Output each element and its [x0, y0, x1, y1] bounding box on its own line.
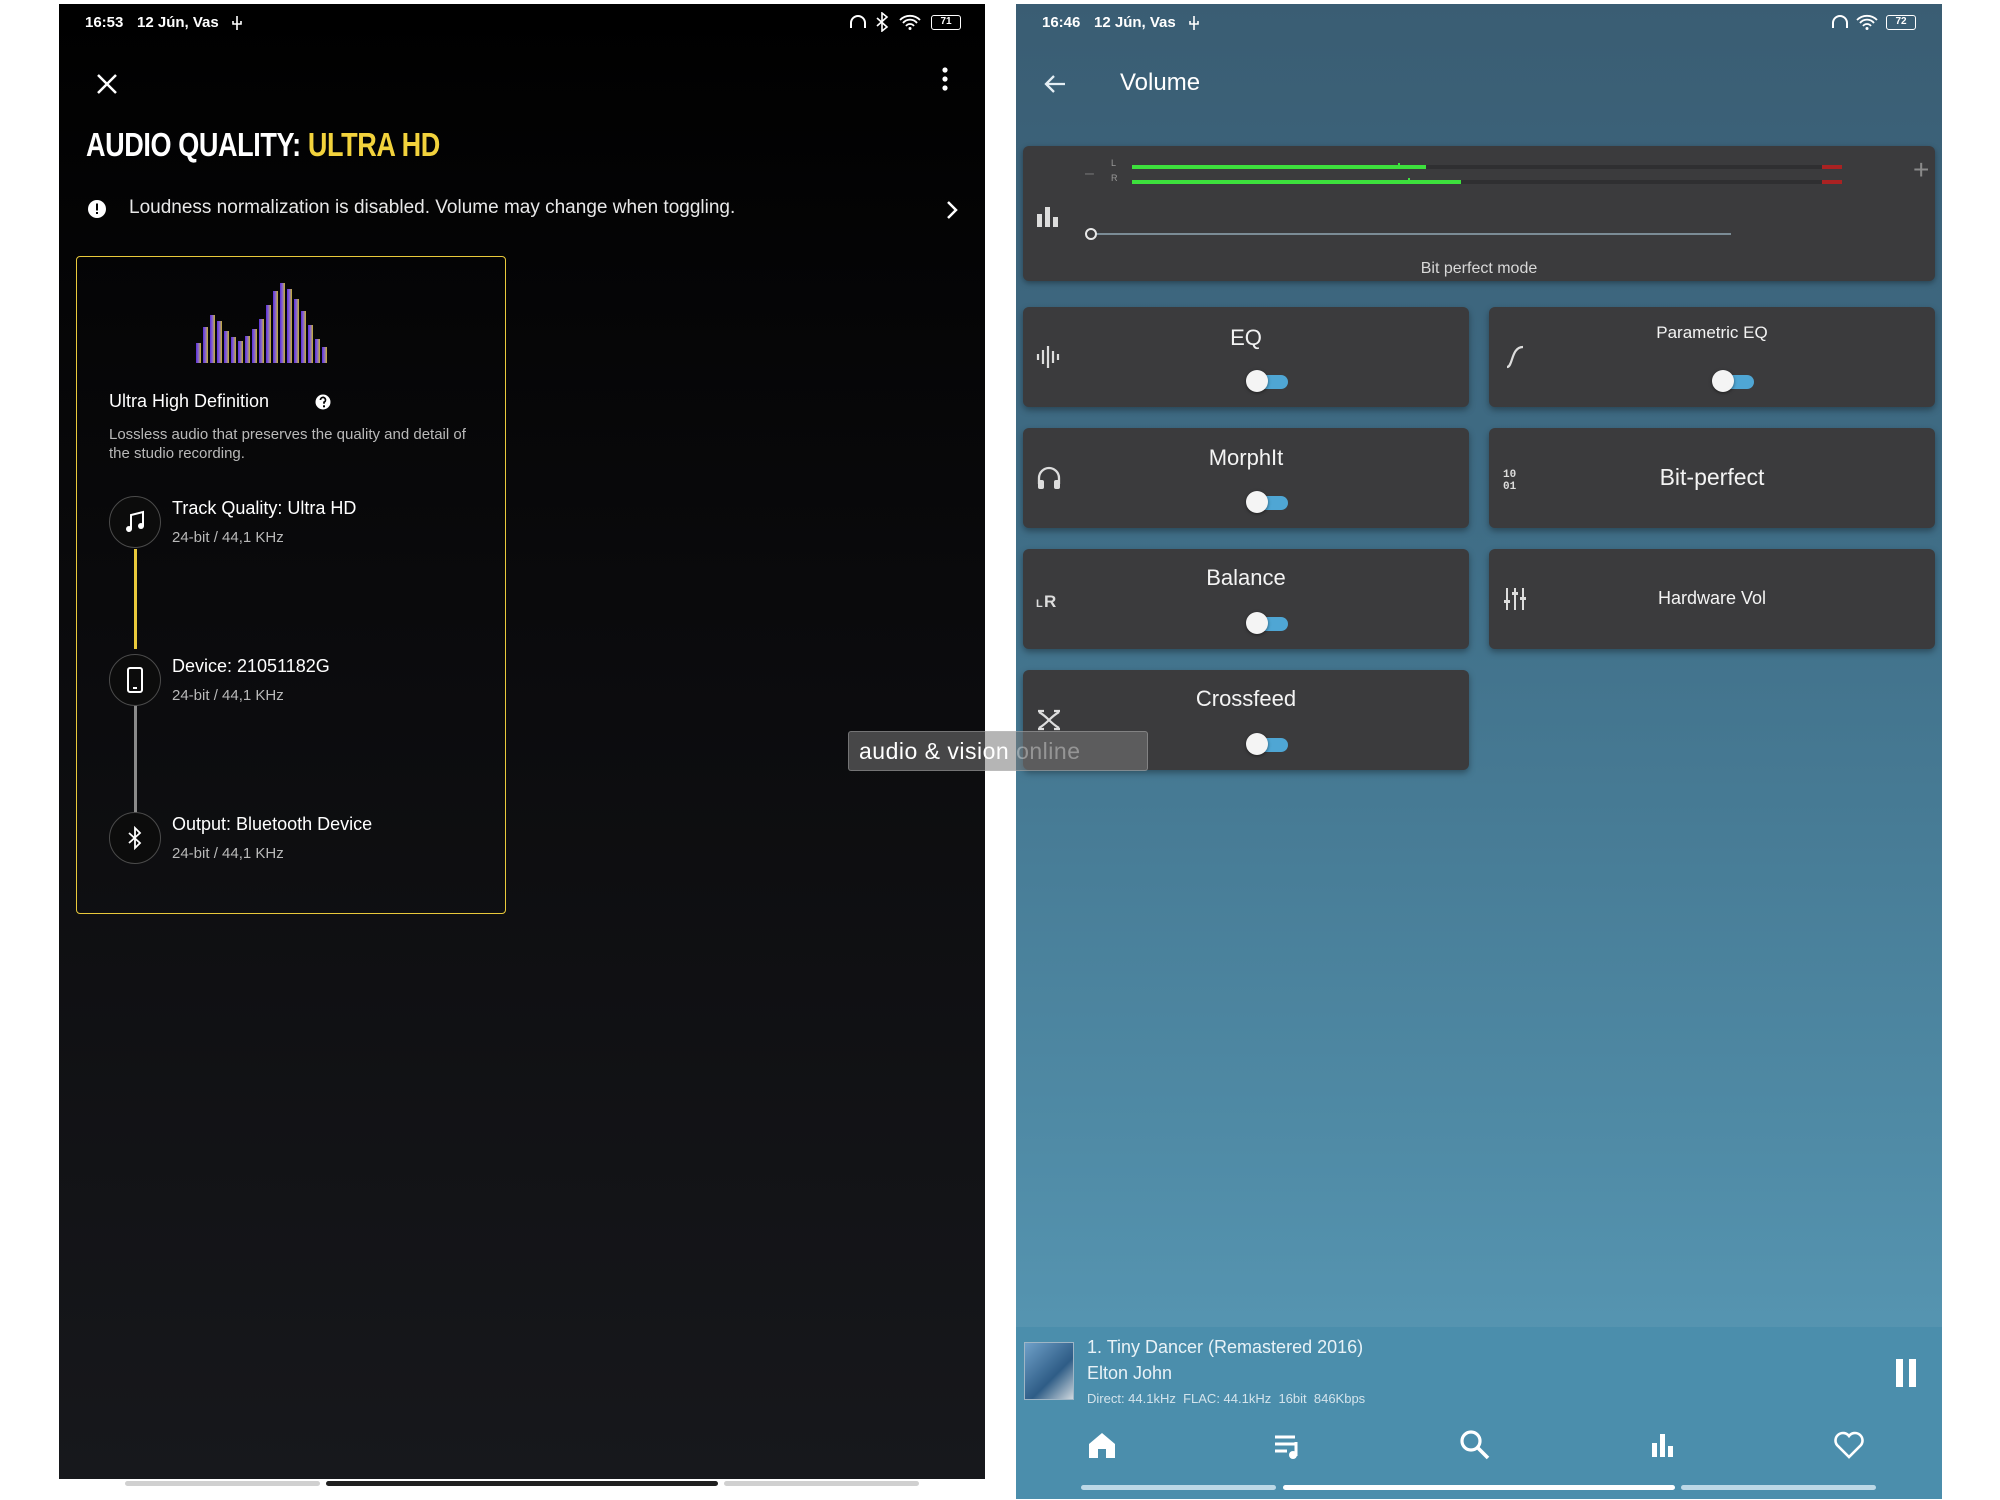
- close-icon[interactable]: [95, 72, 119, 96]
- page-title: AUDIO QUALITY: ULTRA HD: [86, 126, 440, 164]
- svg-text:L: L: [1036, 598, 1043, 610]
- usb-icon: [232, 16, 242, 30]
- bluetooth-icon: [128, 826, 142, 850]
- home-icon[interactable]: [1085, 1428, 1119, 1462]
- balance-label: Balance: [1206, 565, 1286, 590]
- watermark-faded: online: [1016, 738, 1081, 764]
- headphones-status-icon: [1832, 15, 1848, 28]
- back-arrow-icon[interactable]: [1043, 73, 1067, 95]
- volume-slider-thumb[interactable]: [1085, 228, 1097, 240]
- nav-bar-segment: [724, 1481, 919, 1486]
- home-indicator[interactable]: [326, 1481, 718, 1486]
- usb-icon: [1189, 16, 1199, 30]
- pause-icon[interactable]: [1894, 1358, 1918, 1388]
- status-date: 12 Jún, Vas: [1094, 14, 1176, 31]
- timeline-segment-2: [134, 704, 137, 814]
- left-peak-marker: [1398, 163, 1400, 169]
- output-title: Output: Bluetooth Device: [172, 814, 373, 834]
- track-quality-title: Track Quality: Ultra HD: [172, 498, 357, 518]
- right-peak-marker: [1408, 178, 1410, 184]
- parametric-eq-label: Parametric EQ: [1656, 323, 1768, 342]
- quality-heading: Ultra High Definition: [109, 391, 270, 411]
- hardware-vol-tile[interactable]: Hardware Vol: [1489, 549, 1935, 649]
- volume-increase-button[interactable]: +: [1913, 156, 1929, 184]
- left-channel-label: L: [1111, 158, 1117, 168]
- eq-label: EQ: [1230, 325, 1262, 350]
- music-note-icon: [126, 510, 144, 532]
- info-icon: [88, 200, 106, 218]
- wifi-status-icon: [1856, 14, 1878, 30]
- watermark-main: audio & vision: [859, 738, 1010, 764]
- search-icon[interactable]: [1458, 1428, 1492, 1462]
- headphones-status-icon: [850, 15, 866, 28]
- title-prefix: AUDIO QUALITY:: [86, 126, 301, 163]
- hardware-vol-label: Hardware Vol: [1657, 588, 1767, 608]
- eq-tile[interactable]: EQ: [1023, 307, 1469, 407]
- volume-screen: 16:46 12 Jún, Vas 72 Volume – L R + Bit …: [1016, 4, 1942, 1499]
- title-quality-value: ULTRA HD: [307, 126, 440, 163]
- balance-tile[interactable]: LR Balance: [1023, 549, 1469, 649]
- morphit-label: MorphIt: [1208, 445, 1284, 470]
- crossfeed-label: Crossfeed: [1195, 686, 1297, 711]
- eq-toggle[interactable]: [1246, 370, 1290, 392]
- track-title[interactable]: 1. Tiny Dancer (Remastered 2016): [1087, 1337, 1363, 1358]
- track-quality-format: 24-bit / 44,1 KHz: [172, 529, 284, 546]
- volume-decrease-button[interactable]: –: [1085, 165, 1094, 183]
- bit-perfect-mode-label: Bit perfect mode: [1420, 260, 1538, 277]
- left-clip-zone: [1822, 165, 1842, 169]
- meter-bars-icon[interactable]: [1036, 205, 1060, 227]
- nav-bar-segment: [1081, 1485, 1276, 1490]
- nav-bar-segment: [125, 1481, 320, 1486]
- wifi-status-icon: [899, 14, 921, 30]
- status-time: 16:46: [1042, 14, 1081, 31]
- album-art[interactable]: [1024, 1342, 1074, 1400]
- battery-icon: 71: [931, 15, 961, 30]
- queue-icon[interactable]: [1271, 1428, 1305, 1462]
- device-format: 24-bit / 44,1 KHz: [172, 687, 284, 704]
- right-channel-label: R: [1111, 173, 1118, 183]
- battery-icon: 72: [1886, 15, 1916, 30]
- status-date: 12 Jún, Vas: [137, 14, 219, 31]
- more-options-icon[interactable]: [941, 66, 949, 92]
- bluetooth-status-icon: [876, 12, 889, 32]
- home-indicator[interactable]: [1283, 1485, 1675, 1490]
- volume-slider-track[interactable]: [1091, 233, 1731, 235]
- crossfeed-toggle[interactable]: [1246, 733, 1290, 755]
- help-icon[interactable]: [315, 394, 331, 410]
- volume-card: – L R + Bit perfect mode: [1023, 146, 1935, 281]
- morphit-toggle[interactable]: [1246, 491, 1290, 513]
- parametric-eq-tile[interactable]: Parametric EQ: [1489, 307, 1935, 407]
- left-level-bar: [1132, 165, 1426, 169]
- amazon-audio-quality-screen: 16:53 12 Jún, Vas 71 AUDIO QUALITY: ULTR…: [59, 4, 985, 1479]
- curve-icon: [1506, 345, 1524, 369]
- stream-info: Direct: 44.1kHz FLAC: 44.1kHz 16bit 846K…: [1087, 1391, 1366, 1406]
- timeline-segment-1: [134, 549, 137, 649]
- status-time: 16:53: [85, 14, 124, 31]
- output-format: 24-bit / 44,1 KHz: [172, 845, 284, 862]
- morphit-tile[interactable]: MorphIt: [1023, 428, 1469, 528]
- quality-description: Lossless audio that preserves the qualit…: [109, 426, 466, 462]
- device-step-icon: [109, 654, 161, 706]
- balance-toggle[interactable]: [1246, 612, 1290, 634]
- audio-spectrum-icon: [196, 283, 327, 363]
- loudness-notice[interactable]: Loudness normalization is disabled. Volu…: [129, 197, 735, 219]
- equalizer-icon[interactable]: [1646, 1428, 1680, 1462]
- output-step-icon: [109, 812, 161, 864]
- bit-perfect-label: Bit-perfect: [1659, 464, 1765, 490]
- right-level-bar: [1132, 180, 1461, 184]
- svg-text:R: R: [1044, 592, 1056, 611]
- nav-bar-segment: [1681, 1485, 1876, 1490]
- chevron-right-icon[interactable]: [945, 200, 959, 220]
- bit-perfect-tile[interactable]: 10 01 Bit-perfect: [1489, 428, 1935, 528]
- watermark: audio & vision online: [848, 731, 1148, 771]
- page-title: Volume: [1120, 69, 1201, 96]
- track-artist[interactable]: Elton John: [1087, 1363, 1172, 1384]
- parametric-eq-toggle[interactable]: [1712, 370, 1756, 392]
- device-title: Device: 21051182G: [172, 656, 330, 676]
- heart-icon[interactable]: [1832, 1428, 1866, 1462]
- phone-icon: [127, 667, 143, 693]
- right-clip-zone: [1822, 180, 1842, 184]
- track-quality-icon: [109, 496, 161, 548]
